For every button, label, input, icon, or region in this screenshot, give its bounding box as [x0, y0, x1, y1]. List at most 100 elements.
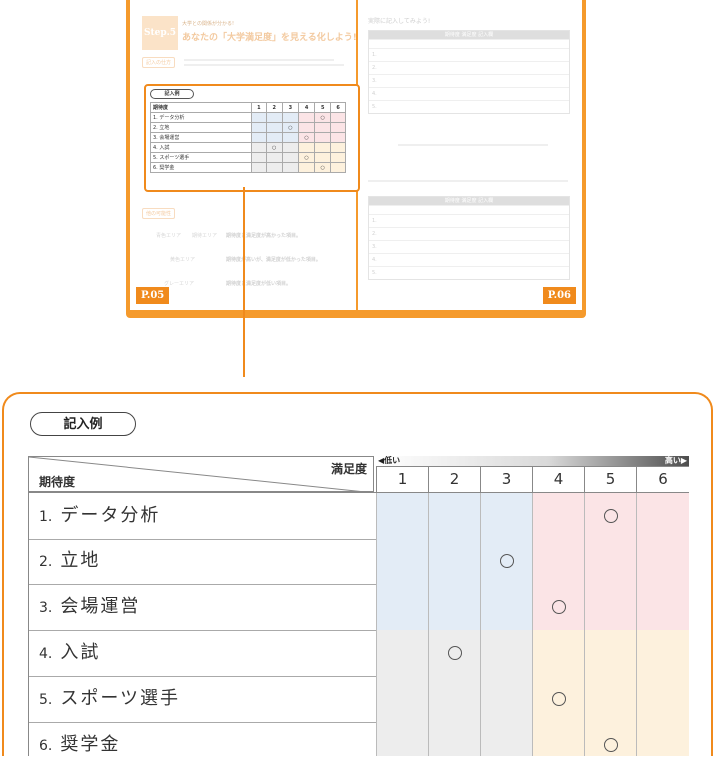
- booklet-right-page: 実際に記入してみよう! 期待度 満足度 記入欄 1. 2. 3. 4. 5. 期…: [358, 0, 582, 310]
- mini-row-label: 3. 会場運営: [150, 132, 252, 143]
- scale-gradient-bar: ◀低い 高い▶: [376, 456, 689, 466]
- rating-cell: [376, 676, 428, 722]
- circle-mark-icon: [500, 554, 514, 568]
- mini-cell: [297, 162, 316, 173]
- mini-cell: ○: [265, 142, 283, 153]
- rating-cell: [428, 722, 480, 756]
- mini-cell: [314, 132, 332, 143]
- row-label: 4. 入試: [28, 630, 374, 676]
- mini-cell: [265, 132, 283, 143]
- mini-cell: [330, 132, 346, 143]
- row-text: 会場運営: [60, 596, 141, 617]
- left-page-subtitle: 大学との関係が分かる!: [182, 21, 234, 27]
- row-label: 5. スポーツ選手: [28, 676, 374, 722]
- mini-cell: [251, 142, 267, 153]
- fill-in-row: 1.: [369, 214, 569, 227]
- mini-cell: [281, 142, 299, 153]
- rating-cell: [584, 676, 636, 722]
- fill-in-table-2-bar: 期待度 満足度 記入欄: [369, 197, 569, 205]
- example-label-pill: 記入例: [30, 412, 136, 436]
- column-header-3: 3: [480, 466, 532, 492]
- table-row: 2. 立地: [28, 538, 689, 585]
- left-page-title: あなたの「大学満足度」を見える化しよう!: [182, 33, 356, 43]
- fill-in-table-2: 期待度 満足度 記入欄 1. 2. 3. 4. 5.: [368, 196, 570, 280]
- mini-column-header: 6: [330, 102, 346, 113]
- rating-cell: [532, 493, 584, 539]
- rating-cell: [584, 538, 636, 584]
- scale-high-label: 高い▶: [664, 456, 687, 465]
- mini-cell: [314, 142, 332, 153]
- rating-cell: [480, 584, 532, 630]
- mini-cell: [265, 162, 283, 173]
- mini-column-header: 2: [265, 102, 283, 113]
- mini-cell: [330, 122, 346, 133]
- expectation-label: 期待度: [39, 475, 76, 489]
- rating-cell: [532, 584, 584, 630]
- circle-mark-icon: [552, 692, 566, 706]
- faint-line: [184, 59, 334, 61]
- mini-cell: [281, 112, 299, 123]
- row-text: データ分析: [60, 505, 161, 526]
- rating-cell: [584, 584, 636, 630]
- mini-cell: [281, 162, 299, 173]
- fill-in-row: 5.: [369, 266, 569, 279]
- circle-mark-icon: [604, 509, 618, 523]
- faint-line: [398, 144, 548, 146]
- diagonal-line: [29, 457, 375, 493]
- rating-cell: [584, 493, 636, 539]
- how-to-fill-pill: 記入の仕方: [142, 57, 176, 68]
- rating-cell: [532, 538, 584, 584]
- rating-cell: [428, 584, 480, 630]
- mini-column-header: 1: [251, 102, 267, 113]
- rating-cell: [480, 676, 532, 722]
- fill-in-row: 2.: [369, 227, 569, 240]
- fill-in-table-1: 期待度 満足度 記入欄 1. 2. 3. 4. 5.: [368, 30, 570, 114]
- rating-cell: [428, 630, 480, 676]
- table-row: 4. 入試: [28, 630, 689, 677]
- mini-cell: [314, 152, 332, 163]
- mini-row-label: 6. 奨学金: [150, 162, 252, 173]
- zoomed-example-panel: 記入例 満足度 期待度 ◀低い 高い▶ 1 2 3 4 5 6 1. データ分析 2. 立地 3. 会…: [2, 392, 713, 756]
- rating-cell: [376, 538, 428, 584]
- column-header-2: 2: [428, 466, 480, 492]
- mini-cell: [251, 162, 267, 173]
- mini-cell: ○: [314, 112, 332, 123]
- mini-cell: [297, 142, 316, 153]
- row-number: 2.: [39, 554, 53, 570]
- rating-cell: [376, 584, 428, 630]
- fill-in-row: 4.: [369, 253, 569, 266]
- mini-cell: [330, 162, 346, 173]
- page-number-right: P.06: [542, 287, 576, 304]
- header-diagonal-cell: 満足度 期待度: [28, 456, 375, 493]
- row-number: 6.: [39, 738, 53, 754]
- mini-cell: [281, 132, 299, 143]
- rating-cell: [376, 722, 428, 756]
- table-row: 1. データ分析: [28, 492, 689, 540]
- rating-cell: [428, 676, 480, 722]
- rating-cell: [428, 538, 480, 584]
- highlighted-example-thumbnail: 記入例 期待度 1 2 3 4 5 6 1. データ分析 ○ 2. 立地 ○ 3. 会場運営 ○ 4. 入…: [144, 84, 360, 192]
- fill-in-table-1-header: [369, 39, 569, 48]
- row-text: 立地: [60, 550, 101, 571]
- scale-low-label: ◀低い: [378, 456, 401, 465]
- mini-row-label: 4. 入試: [150, 142, 252, 153]
- column-header-5: 5: [584, 466, 636, 492]
- mini-example-label: 記入例: [150, 89, 194, 99]
- page-number-left: P.05: [136, 287, 170, 304]
- circle-mark-icon: [552, 600, 566, 614]
- row-text: 入試: [60, 642, 101, 663]
- fill-in-row: 3.: [369, 240, 569, 253]
- column-header-1: 1: [376, 466, 428, 492]
- mini-row: 4. 入試 ○: [150, 142, 346, 153]
- mini-row-label: 5. スポーツ選手: [150, 152, 252, 163]
- fill-in-row: 1.: [369, 48, 569, 61]
- rating-cell: [584, 630, 636, 676]
- faint-line: [368, 180, 568, 182]
- legend-blue-text: 期待度と満足度が高かった項目。: [226, 233, 302, 239]
- mini-cell: ○: [297, 132, 316, 143]
- mini-cell: [265, 122, 283, 133]
- mini-row: 2. 立地 ○: [150, 122, 346, 133]
- table-row: 3. 会場運営: [28, 584, 689, 631]
- mini-cell: [251, 132, 267, 143]
- legend-blue-tag2: 期待エリア: [192, 233, 218, 239]
